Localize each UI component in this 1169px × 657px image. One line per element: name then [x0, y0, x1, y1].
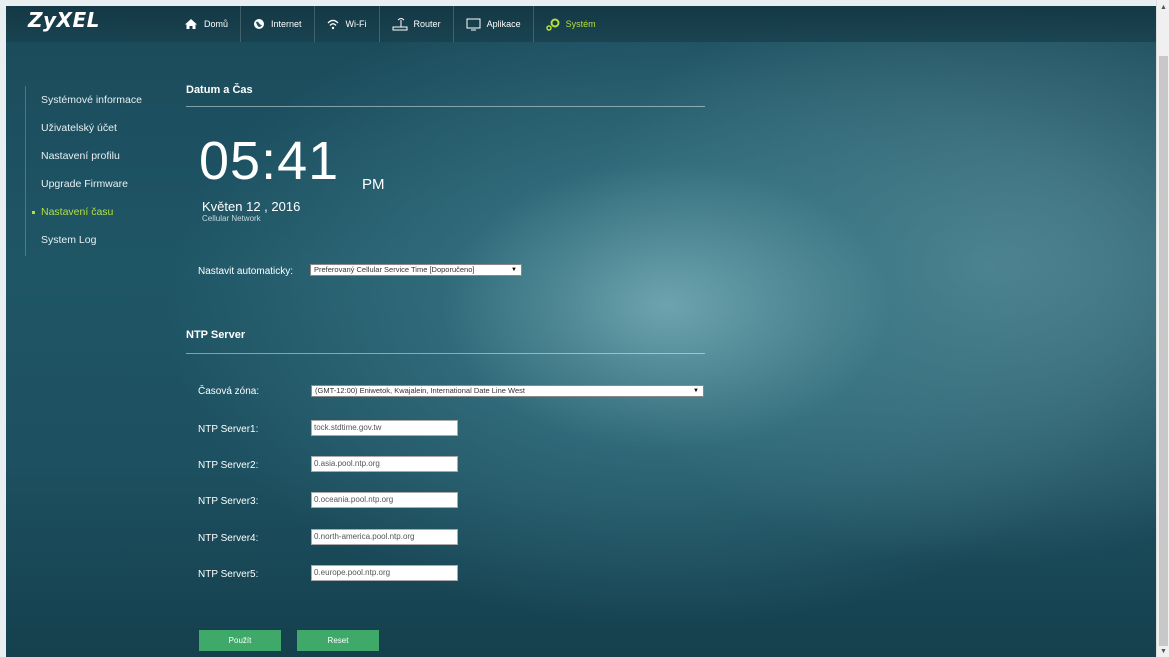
- nav-label: Aplikace: [486, 19, 521, 29]
- ntp-server2-input[interactable]: 0.asia.pool.ntp.org: [311, 456, 458, 472]
- ntp-server1-label: NTP Server1:: [198, 424, 259, 435]
- sidebar-item-user-account[interactable]: Uživatelský účet: [26, 114, 155, 142]
- sidebar-item-firmware[interactable]: Upgrade Firmware: [26, 170, 155, 198]
- globe-icon: [254, 19, 265, 29]
- nav-item-home[interactable]: Domů: [172, 6, 242, 42]
- home-icon: [185, 19, 197, 29]
- nav-item-system[interactable]: Systém: [534, 6, 608, 42]
- sidebar-item-system-log[interactable]: System Log: [26, 226, 155, 254]
- nav-item-router[interactable]: Router: [380, 6, 454, 42]
- ntp-server4-label: NTP Server4:: [198, 533, 259, 544]
- auto-set-label: Nastavit automaticky:: [198, 266, 294, 277]
- main-nav: Domů Internet Wi-Fi Router Aplikace Syst…: [172, 6, 608, 42]
- zyxel-logo: ZyXEL: [28, 8, 100, 32]
- clock-date: Květen 12 , 2016: [202, 199, 301, 214]
- dropdown-arrow-icon: ▼: [693, 388, 699, 394]
- top-navigation-bar: ZyXEL Domů Internet Wi-Fi Router Aplikac…: [6, 6, 1156, 42]
- sidebar-item-system-info[interactable]: Systémové informace: [26, 86, 155, 114]
- nav-label: Internet: [271, 19, 302, 29]
- divider: [186, 353, 705, 354]
- datetime-section-title: Datum a Čas: [186, 84, 253, 96]
- nav-label: Systém: [565, 19, 596, 29]
- ntp-server1-input[interactable]: tock.stdtime.gov.tw: [311, 420, 458, 436]
- ntp-server2-label: NTP Server2:: [198, 460, 259, 471]
- page-frame: ZyXEL Domů Internet Wi-Fi Router Aplikac…: [6, 6, 1156, 657]
- nav-label: Router: [413, 19, 441, 29]
- apply-button[interactable]: Použít: [199, 630, 281, 651]
- scroll-up-icon[interactable]: ▲: [1160, 4, 1167, 11]
- monitor-icon: [466, 18, 481, 30]
- nav-item-apps[interactable]: Aplikace: [454, 6, 534, 42]
- time-source: Cellular Network: [202, 214, 261, 223]
- ntp-server3-label: NTP Server3:: [198, 496, 259, 507]
- timezone-label: Časová zóna:: [198, 386, 260, 397]
- ntp-server5-label: NTP Server5:: [198, 569, 259, 580]
- ntp-server3-input[interactable]: 0.oceania.pool.ntp.org: [311, 492, 458, 508]
- sidebar-item-time-settings[interactable]: Nastavení času: [26, 198, 155, 226]
- nav-item-wifi[interactable]: Wi-Fi: [315, 6, 380, 42]
- timezone-select[interactable]: (GMT-12:00) Eniwetok, Kwajalein, Interna…: [311, 385, 704, 397]
- auto-set-value: Preferovaný Cellular Service Time [Dopor…: [314, 265, 475, 274]
- wifi-icon: [327, 19, 339, 30]
- reset-button[interactable]: Reset: [297, 630, 379, 651]
- ntp-server5-input[interactable]: 0.europe.pool.ntp.org: [311, 565, 458, 581]
- gear-icon: [545, 18, 560, 31]
- sidebar-item-profile[interactable]: Nastavení profilu: [26, 142, 155, 170]
- divider: [186, 106, 705, 107]
- dropdown-arrow-icon: ▼: [511, 267, 517, 273]
- scroll-thumb[interactable]: [1159, 56, 1168, 646]
- scroll-down-icon[interactable]: ▼: [1160, 648, 1167, 655]
- nav-item-internet[interactable]: Internet: [241, 6, 315, 42]
- auto-set-select[interactable]: Preferovaný Cellular Service Time [Dopor…: [310, 264, 522, 276]
- sidebar-menu: Systémové informace Uživatelský účet Nas…: [25, 86, 155, 256]
- ntp-server4-input[interactable]: 0.north-america.pool.ntp.org: [311, 529, 458, 545]
- router-icon: [392, 18, 408, 31]
- clock-time: 05:41: [199, 131, 340, 191]
- nav-label: Domů: [204, 19, 229, 29]
- ntp-section-title: NTP Server: [186, 329, 246, 341]
- vertical-scrollbar[interactable]: ▲ ▼: [1156, 0, 1169, 657]
- clock-ampm: PM: [362, 176, 385, 193]
- timezone-value: (GMT-12:00) Eniwetok, Kwajalein, Interna…: [315, 386, 525, 395]
- nav-label: Wi-Fi: [345, 19, 367, 29]
